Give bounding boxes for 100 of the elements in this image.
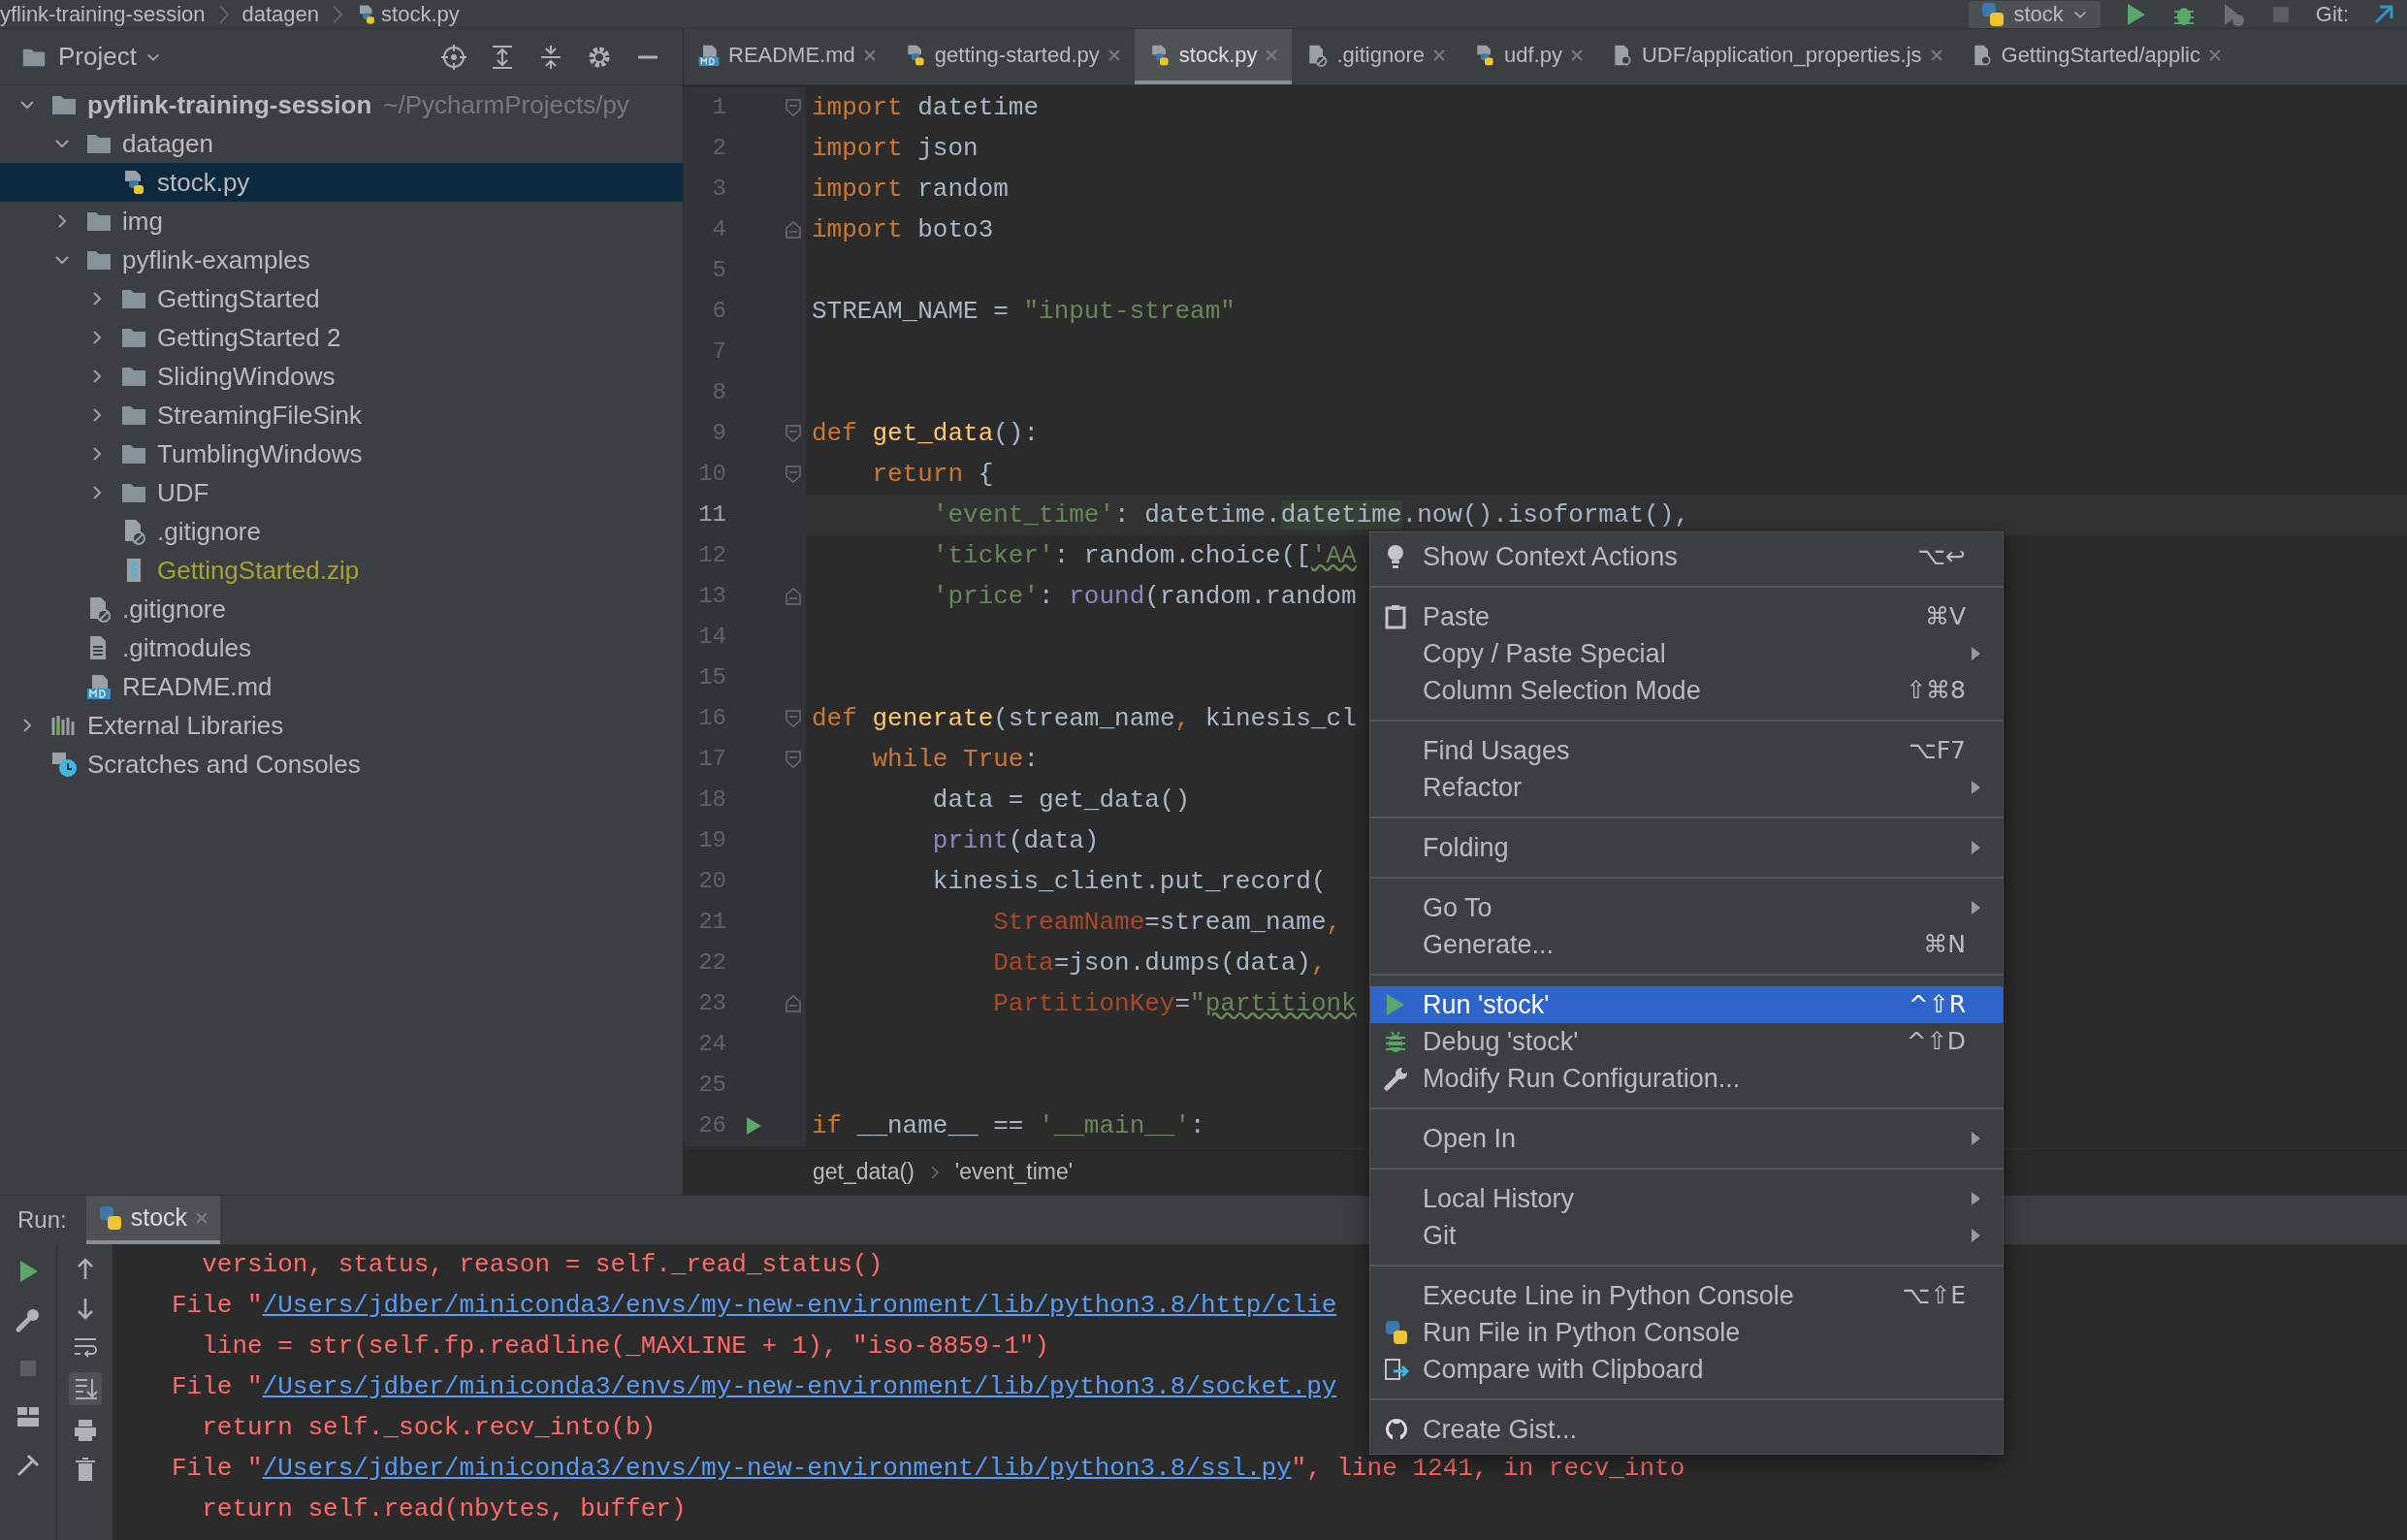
console-line: File "/Users/jdber/miniconda3/envs/my-new-environment/lib/python3.8/socket.py [172, 1371, 1337, 1403]
fold-marker-icon[interactable] [785, 98, 802, 117]
close-icon[interactable] [1432, 48, 1446, 62]
tree-item[interactable]: .gitignore [0, 512, 683, 551]
vcs-label: Git: [2315, 3, 2349, 25]
run-icon[interactable] [744, 1115, 763, 1137]
menu-item[interactable]: Paste ⌘V [1370, 598, 2003, 635]
editor-tab[interactable]: README.md [684, 29, 890, 84]
tree-item[interactable]: img [0, 202, 683, 241]
tree-item[interactable]: StreamingFileSink [0, 396, 683, 434]
line-number: 11 [697, 500, 726, 529]
wrench-icon[interactable] [15, 1306, 42, 1333]
code-line: PartitionKey="partitionk [992, 987, 1357, 1020]
keyboard-shortcut: ⌥⇧E [1902, 1280, 1966, 1312]
tree-item[interactable]: TumblingWindows [0, 434, 683, 473]
code-line: 'event_time': datetime.datetime.now().isoformat(), [931, 498, 1689, 531]
run-tab[interactable]: stock [85, 1196, 221, 1244]
menu-item[interactable]: Go To [1370, 889, 2003, 926]
file-link[interactable]: /Users/jdber/miniconda3/envs/my-new-environment/lib/python3.8/ssl.py [262, 1454, 1292, 1483]
menu-item[interactable]: Run 'stock' ^⇧R [1370, 986, 2003, 1023]
tree-item[interactable]: pyflink-training-session ~/PycharmProjects/py [0, 85, 683, 124]
close-icon[interactable] [862, 48, 877, 62]
locate-icon[interactable] [440, 43, 467, 71]
tree-item[interactable]: External Libraries [0, 706, 683, 745]
tree-item[interactable]: GettingStarted [0, 279, 683, 318]
menu-item[interactable]: Open In [1370, 1120, 2003, 1157]
editor-tab[interactable]: stock.py [1134, 29, 1293, 84]
editor-tab[interactable]: GettingStarted/applic [1956, 29, 2235, 84]
scratch-file-icon [50, 751, 78, 778]
editor-tab[interactable]: getting-started.py [889, 29, 1135, 84]
chevron-right-icon [929, 1164, 940, 1180]
menu-item[interactable]: Debug 'stock' ^⇧D [1370, 1023, 2003, 1060]
menu-item[interactable]: Column Selection Mode ⇧⌘8 [1370, 672, 2003, 709]
menu-item[interactable]: Local History [1370, 1180, 2003, 1217]
editor-tab[interactable]: .gitignore [1292, 29, 1460, 84]
close-icon[interactable] [1569, 48, 1584, 62]
project-path: ~/PycharmProjects/py [383, 88, 629, 121]
tree-item[interactable]: GettingStarted.zip [0, 551, 683, 590]
close-icon[interactable] [2208, 48, 2222, 62]
chevron-right-icon [331, 3, 345, 25]
file-link[interactable]: /Users/jdber/miniconda3/envs/my-new-environment/lib/python3.8/socket.py [262, 1372, 1337, 1401]
menu-item[interactable]: Find Usages ⌥F7 [1370, 732, 2003, 769]
menu-item[interactable]: Git [1370, 1217, 2003, 1254]
fold-marker-icon[interactable] [785, 424, 802, 443]
breadcrumb-item[interactable]: stock.py [381, 3, 460, 25]
code-line: def generate(stream_name, kinesis_cl [812, 702, 1357, 735]
project-view-dropdown[interactable]: Project [58, 38, 162, 76]
file-link[interactable]: /Users/jdber/miniconda3/envs/my-new-environment/lib/python3.8/http/clie [262, 1291, 1337, 1320]
chevron-right-icon [216, 3, 231, 25]
menu-item[interactable]: Modify Run Configuration... [1370, 1060, 2003, 1097]
python-icon [97, 1204, 123, 1232]
console-line: File "/Users/jdber/miniconda3/envs/my-new-environment/lib/python3.8/ssl.py", line 1241, in recv_into [172, 1453, 1685, 1485]
tree-item[interactable]: .gitmodules [0, 628, 683, 667]
code-line: 'ticker': random.choice(['AA [931, 539, 1357, 572]
fold-marker-icon[interactable] [785, 587, 802, 606]
menu-item[interactable]: Execute Line in Python Console ⌥⇧E [1370, 1277, 2003, 1314]
breadcrumb-item[interactable]: get_data() [813, 1155, 915, 1189]
code-line: import random [812, 173, 1009, 206]
tree-item[interactable]: Scratches and Consoles [0, 745, 683, 784]
tree-item[interactable]: pyflink-examples [0, 241, 683, 279]
menu-item[interactable]: Folding [1370, 829, 2003, 866]
menu-item[interactable]: Compare with Clipboard [1370, 1351, 2003, 1388]
fold-marker-icon[interactable] [785, 994, 802, 1013]
markdown-file-icon [697, 43, 721, 67]
menu-item[interactable]: Refactor [1370, 769, 2003, 806]
tree-item[interactable]: README.md [0, 667, 683, 706]
close-icon[interactable] [1107, 48, 1121, 62]
code-line: kinesis_client.put_record( [931, 865, 1327, 898]
panel-title: Run: [17, 1205, 67, 1235]
tree-item[interactable]: GettingStarted 2 [0, 318, 683, 357]
breadcrumb-item[interactable]: datagen [241, 3, 320, 25]
editor-tab[interactable]: UDF/application_properties.js [1596, 29, 1957, 84]
console-line: return self.read(nbytes, buffer) [201, 1493, 687, 1525]
fold-marker-icon[interactable] [785, 750, 802, 769]
github-icon [1384, 1416, 1409, 1443]
fold-marker-icon[interactable] [785, 220, 802, 240]
editor-tab[interactable]: udf.py [1460, 29, 1597, 84]
menu-item[interactable]: Show Context Actions ⌥↩ [1370, 538, 2003, 575]
code-line: StreamName=stream_name, [992, 906, 1342, 939]
console-line: line = str(self.fp.readline(_MAXLINE + 1), "iso-8859-1") [201, 1331, 1049, 1363]
menu-item[interactable]: Generate... ⌘N [1370, 926, 2003, 963]
compare-icon [1384, 1356, 1409, 1383]
breadcrumb-item[interactable]: 'event_time' [954, 1155, 1074, 1189]
tree-item[interactable]: stock.py [0, 163, 683, 202]
breadcrumb-item[interactable]: yflink-training-session [0, 3, 206, 25]
fold-marker-icon[interactable] [785, 709, 802, 728]
tree-item[interactable]: UDF [0, 473, 683, 512]
scroll-to-end-button[interactable] [68, 1372, 102, 1405]
code-line: 'price': round(random.random [931, 580, 1357, 613]
python-icon [1384, 1319, 1409, 1346]
menu-item[interactable]: Copy / Paste Special [1370, 635, 2003, 672]
menu-item[interactable]: Run File in Python Console [1370, 1314, 2003, 1351]
menu-item[interactable]: Create Gist... [1370, 1411, 2003, 1448]
run-configuration-dropdown[interactable]: stock [1969, 0, 2101, 28]
tree-item[interactable]: .gitignore [0, 590, 683, 628]
tree-item[interactable]: SlidingWindows [0, 357, 683, 396]
clipboard-icon [1384, 603, 1407, 630]
tree-item[interactable]: datagen [0, 124, 683, 163]
close-icon[interactable] [1929, 48, 1943, 62]
fold-marker-icon[interactable] [785, 465, 802, 484]
